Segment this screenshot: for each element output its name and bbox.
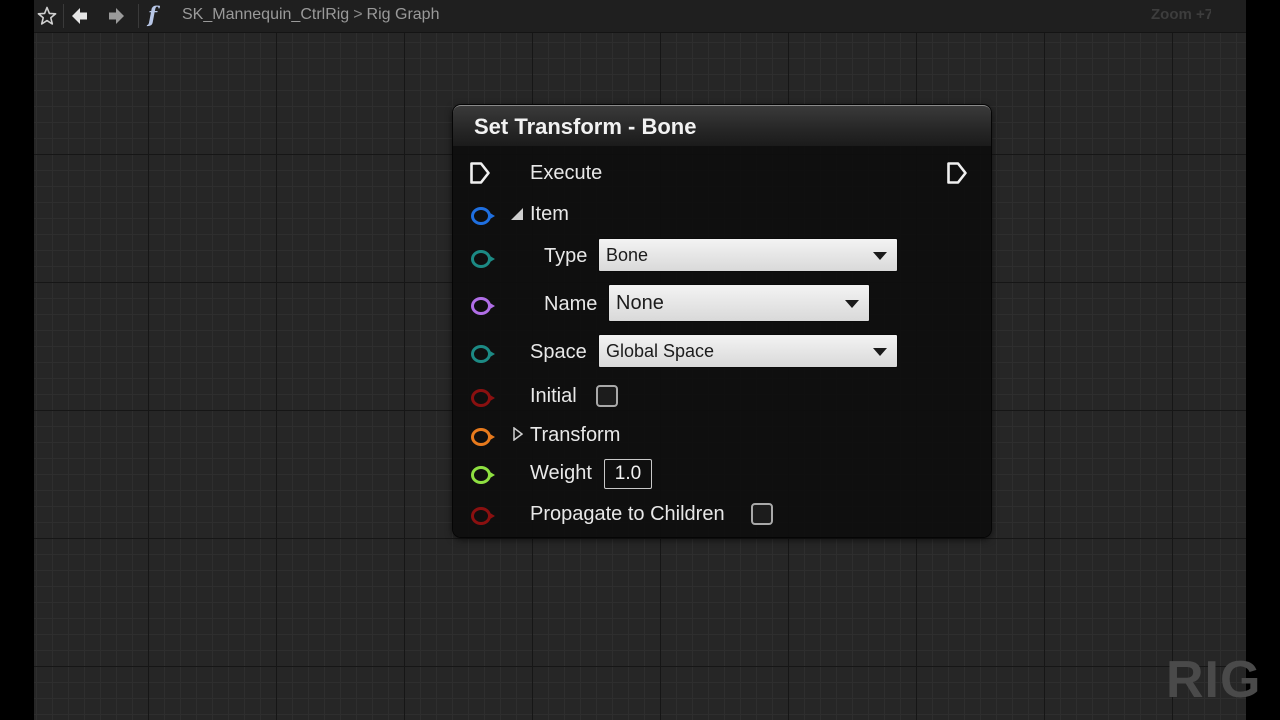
toolbar-separator — [63, 4, 64, 28]
item-label: Item — [530, 203, 569, 225]
name-pin-icon[interactable] — [471, 297, 495, 315]
function-icon: f — [148, 2, 158, 27]
weight-label: Weight — [530, 462, 592, 484]
weight-pin-icon[interactable] — [471, 466, 495, 484]
name-dropdown-value: None — [616, 292, 664, 314]
breadcrumb-asset[interactable]: SK_Mannequin_CtrlRig — [182, 6, 349, 23]
transform-pin-icon[interactable] — [471, 428, 495, 446]
graph-toolbar: f SK_Mannequin_CtrlRig > Rig Graph Zoom +7 — [34, 0, 1246, 33]
set-transform-bone-node[interactable]: Set Transform - Bone Execute Item Type B… — [453, 105, 991, 537]
node-title: Set Transform - Bone — [474, 114, 697, 139]
chevron-down-icon — [845, 300, 859, 308]
execute-output-pin-icon[interactable] — [946, 161, 968, 185]
node-header[interactable]: Set Transform - Bone — [453, 105, 991, 146]
chevron-down-icon — [873, 348, 887, 356]
chevron-down-icon — [873, 252, 887, 260]
type-pin-icon[interactable] — [471, 250, 495, 268]
propagate-to-children-label: Propagate to Children — [530, 503, 725, 525]
breadcrumb-graph[interactable]: Rig Graph — [367, 6, 440, 23]
space-dropdown-value: Global Space — [606, 341, 715, 361]
zoom-level-label: Zoom +7 — [1151, 6, 1211, 23]
space-label: Space — [530, 341, 587, 363]
type-label: Type — [544, 245, 588, 267]
space-pin-icon[interactable] — [471, 345, 495, 363]
breadcrumb: SK_Mannequin_CtrlRig > Rig Graph — [182, 6, 439, 24]
initial-checkbox[interactable] — [596, 385, 618, 407]
space-dropdown[interactable]: Global Space — [598, 334, 898, 368]
transform-label: Transform — [530, 424, 621, 446]
rig-watermark: RIG — [1166, 651, 1262, 709]
name-dropdown[interactable]: None — [608, 284, 870, 322]
transform-collapsed-triangle-icon[interactable] — [513, 427, 523, 441]
breadcrumb-separator: > — [353, 6, 363, 23]
initial-pin-icon[interactable] — [471, 389, 495, 407]
type-dropdown-value: Bone — [606, 245, 649, 265]
forward-arrow-icon[interactable] — [105, 5, 127, 27]
star-icon[interactable] — [36, 5, 58, 27]
execute-label: Execute — [530, 162, 603, 184]
type-dropdown[interactable]: Bone — [598, 238, 898, 272]
execute-input-pin-icon[interactable] — [469, 161, 491, 185]
item-pin-icon[interactable] — [471, 207, 495, 225]
name-label: Name — [544, 293, 598, 315]
weight-input[interactable]: 1.0 — [604, 459, 652, 489]
back-arrow-icon[interactable] — [69, 5, 91, 27]
propagate-pin-icon[interactable] — [471, 507, 495, 525]
toolbar-separator — [138, 4, 139, 28]
item-expanded-triangle-icon[interactable] — [511, 208, 523, 220]
initial-label: Initial — [530, 385, 577, 407]
propagate-to-children-checkbox[interactable] — [751, 503, 773, 525]
